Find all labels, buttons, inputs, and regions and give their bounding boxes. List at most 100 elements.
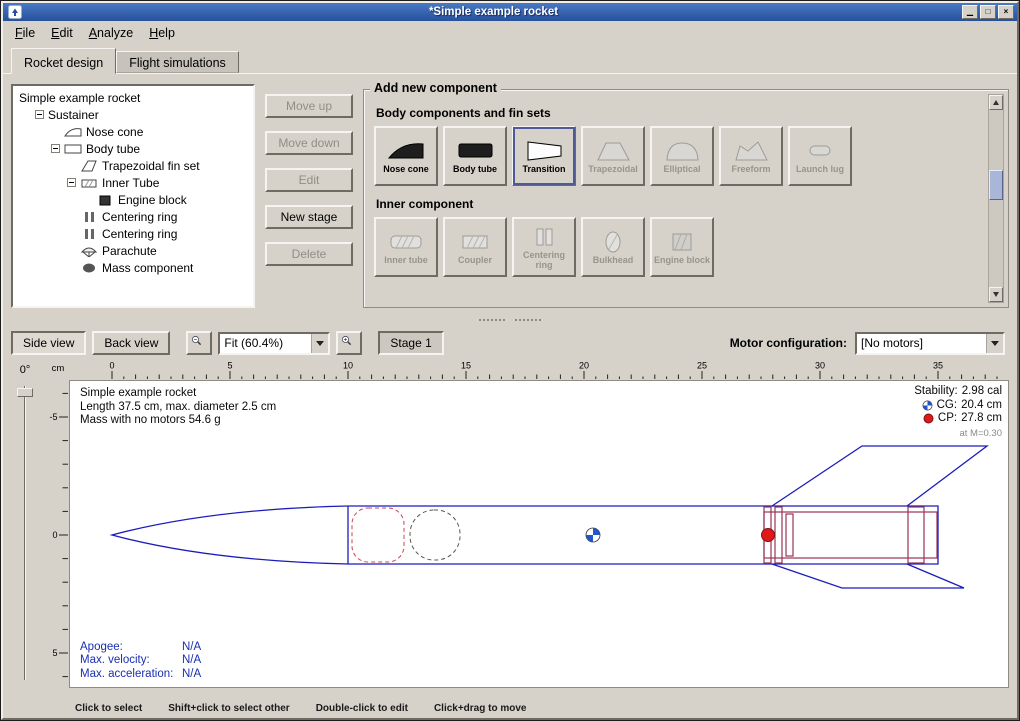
tree-item-engine-block[interactable]: Engine block (15, 191, 251, 208)
collapse-toggle-icon[interactable] (67, 178, 76, 187)
cp-icon (923, 413, 934, 424)
cp-value: 27.8 cm (961, 412, 1002, 426)
add-engine-block-button: Engine block (650, 217, 714, 277)
close-button[interactable]: × (998, 5, 1014, 19)
freeform-icon (731, 138, 771, 164)
collapse-toggle-icon[interactable] (51, 144, 60, 153)
splitter-grip (479, 319, 505, 321)
tab-rocket-design[interactable]: Rocket design (11, 48, 116, 74)
tree-item-label: Trapezoidal fin set (102, 159, 200, 173)
configuration-section: Simple example rocketSustainerNose coneB… (3, 74, 1017, 314)
menu-bar: FileEditAnalyzeHelp (3, 21, 1017, 45)
inner-component-label: Inner component (376, 197, 980, 211)
magnifier-plus-icon (341, 335, 357, 351)
cg-marker (586, 528, 600, 542)
split-divider[interactable] (3, 314, 1017, 326)
parachute-marker[interactable] (352, 508, 404, 562)
tab-flight-simulations[interactable]: Flight simulations (116, 51, 239, 73)
zoom-select[interactable]: Fit (60.4%) (218, 332, 330, 355)
inner-tube-icon (80, 176, 98, 189)
rocket-dimensions: Length 37.5 cm, max. diameter 2.5 cm (80, 401, 276, 415)
add-launch-lug-button: Launch lug (788, 126, 852, 186)
app-icon[interactable] (8, 5, 22, 19)
zoom-out-button[interactable] (186, 331, 212, 355)
zoom-in-button[interactable] (336, 331, 362, 355)
window-title: *Simple example rocket (25, 6, 962, 18)
rocket-body-outline (112, 506, 938, 564)
coupler-icon (455, 229, 495, 255)
rotation-slider-track (24, 386, 26, 680)
scrollbar-track[interactable] (989, 110, 1003, 287)
body-tube-icon (455, 138, 495, 164)
component-tree[interactable]: Simple example rocket SustainerNose cone B… (11, 84, 255, 308)
stage-1-toggle[interactable]: Stage 1 (378, 331, 443, 355)
component-button-label: Elliptical (663, 165, 700, 175)
menu-help[interactable]: Help (141, 23, 183, 43)
chevron-down-icon[interactable] (311, 334, 328, 353)
tree-item-simple-example-rocket[interactable]: Simple example rocket (15, 89, 251, 106)
scroll-down-arrow-icon[interactable] (989, 287, 1003, 302)
view-toolbar: Side view Back view Fit (60.4%) Stage 1 … (3, 326, 1017, 360)
centering-ring-icon (80, 210, 98, 223)
nose-cone-icon (64, 125, 82, 138)
tree-item-parachute[interactable]: Parachute (15, 242, 251, 259)
tree-item-label: Body tube (86, 142, 140, 156)
add-nose-cone-button[interactable]: Nose cone (374, 126, 438, 186)
status-bar: Click to select Shift+click to select oth… (3, 700, 1017, 718)
motor-configuration-select[interactable]: [No motors] (855, 332, 1005, 355)
rotation-slider-thumb[interactable] (17, 388, 33, 397)
add-trapezoidal-button: Trapezoidal (581, 126, 645, 186)
tree-item-mass-component[interactable]: Mass component (15, 259, 251, 276)
back-view-button[interactable]: Back view (92, 331, 170, 355)
fins[interactable] (772, 446, 987, 588)
flight-stat: Max. velocity:N/A (80, 654, 201, 668)
tree-item-nose-cone[interactable]: Nose cone (15, 123, 251, 140)
cp-marker (762, 529, 775, 542)
add-body-tube-button[interactable]: Body tube (443, 126, 507, 186)
tab-bar: Rocket designFlight simulations (3, 45, 1017, 73)
component-button-label: Freeform (731, 165, 770, 175)
component-button-label: Transition (522, 165, 565, 175)
maximize-button[interactable]: □ (980, 5, 996, 19)
tree-item-inner-tube[interactable]: Inner Tube (15, 174, 251, 191)
inner-tube-icon (386, 229, 426, 255)
tree-item-centering-ring[interactable]: Centering ring (15, 225, 251, 242)
canvas-with-rulers: cm 05101520253035 -505 (47, 360, 1009, 700)
tree-item-label: Centering ring (102, 227, 177, 241)
add-transition-button[interactable]: Transition (512, 126, 576, 186)
rocket-view-section: 0° cm 05101520253035 -505 (3, 360, 1017, 700)
scrollbar-thumb[interactable] (989, 170, 1003, 200)
launch-lug-icon (800, 138, 840, 164)
side-view-button[interactable]: Side view (11, 331, 86, 355)
tree-item-centering-ring[interactable]: Centering ring (15, 208, 251, 225)
svg-text:35: 35 (933, 361, 943, 371)
flight-stat-label: Max. acceleration: (80, 668, 182, 682)
tree-item-body-tube[interactable]: Body tube (15, 140, 251, 157)
vertical-scrollbar[interactable] (988, 94, 1004, 303)
tree-item-sustainer[interactable]: Sustainer (15, 106, 251, 123)
scroll-up-arrow-icon[interactable] (989, 95, 1003, 110)
tree-item-trapezoidal-fin-set[interactable]: Trapezoidal fin set (15, 157, 251, 174)
status-hint: Click to select (75, 703, 142, 718)
mass-component-marker[interactable] (410, 510, 460, 560)
minimize-button[interactable]: ▁ (962, 5, 978, 19)
status-hint: Click+drag to move (434, 703, 527, 718)
rotation-slider[interactable] (3, 380, 47, 686)
rocket-canvas[interactable]: Simple example rocket Length 37.5 cm, ma… (69, 380, 1009, 688)
status-hint: Shift+click to select other (168, 703, 289, 718)
tree-item-label: Sustainer (48, 108, 99, 122)
flight-stat-value: N/A (182, 654, 201, 666)
menu-edit[interactable]: Edit (43, 23, 81, 43)
motor-mount[interactable] (764, 507, 937, 563)
title-bar[interactable]: *Simple example rocket ▁□× (3, 3, 1017, 21)
collapse-toggle-icon[interactable] (35, 110, 44, 119)
svg-text:-5: -5 (49, 412, 57, 422)
menu-analyze[interactable]: Analyze (81, 23, 141, 43)
parachute-icon (80, 244, 98, 257)
menu-file[interactable]: File (7, 23, 43, 43)
add-component-title: Add new component (370, 81, 501, 95)
add-freeform-button: Freeform (719, 126, 783, 186)
mass-icon (80, 261, 98, 274)
chevron-down-icon[interactable] (986, 334, 1003, 353)
new-stage-button[interactable]: New stage (265, 205, 353, 229)
